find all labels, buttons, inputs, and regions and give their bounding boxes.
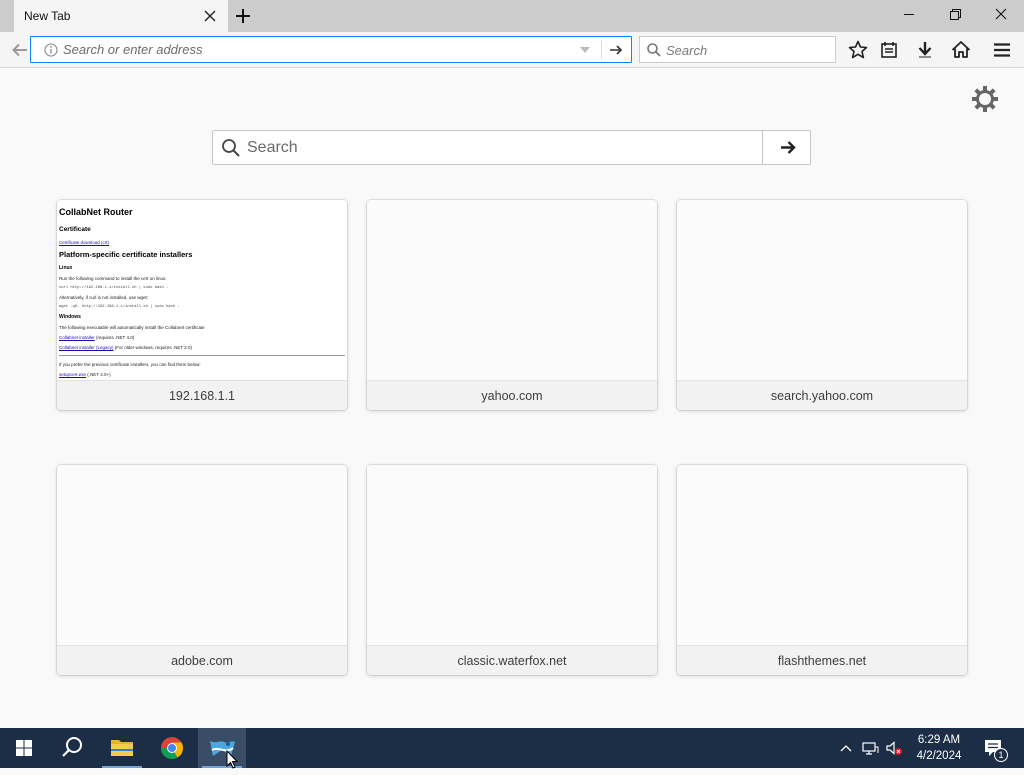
content-search-box[interactable] bbox=[212, 130, 811, 165]
back-arrow-icon[interactable] bbox=[8, 38, 32, 62]
window-close-icon[interactable] bbox=[978, 0, 1024, 30]
top-site-tile[interactable]: classic.waterfox.net bbox=[367, 465, 657, 675]
system-clock[interactable]: 6:29 AM 4/2/2024 bbox=[908, 732, 970, 764]
tab-close-icon[interactable] bbox=[200, 6, 220, 26]
top-site-tile[interactable]: search.yahoo.com bbox=[677, 200, 967, 410]
thumb-linux-heading: Linux bbox=[59, 265, 73, 271]
thumb-legacy-note: (For older windows, requires .NET 2.0) bbox=[114, 345, 192, 350]
content-search-input[interactable] bbox=[247, 138, 757, 158]
chrome-icon[interactable] bbox=[148, 728, 196, 768]
network-icon[interactable] bbox=[860, 738, 880, 758]
mouse-cursor-icon bbox=[226, 749, 240, 770]
thumb-prev-line: setupcert.exe (.NET 4.0+) bbox=[59, 372, 345, 377]
tile-thumbnail bbox=[367, 200, 657, 380]
minimize-icon[interactable] bbox=[886, 0, 932, 30]
bookmark-star-icon[interactable] bbox=[846, 38, 870, 62]
windows-start-icon[interactable] bbox=[0, 728, 48, 768]
thumb-prev-note: (.NET 4.0+) bbox=[87, 372, 111, 377]
top-site-tile[interactable]: CollabNet Router Certificate Certificate… bbox=[57, 200, 347, 410]
thumb-certificate-heading: Certificate bbox=[59, 226, 91, 233]
search-input[interactable] bbox=[666, 41, 826, 59]
restore-icon[interactable] bbox=[932, 0, 978, 30]
tile-thumbnail bbox=[57, 465, 347, 645]
chevron-up-icon[interactable] bbox=[836, 738, 856, 758]
thumb-platform-heading: Platform-specific certificate installers bbox=[59, 250, 193, 259]
url-input[interactable] bbox=[63, 40, 573, 59]
thumb-installer-line: Collabnet installer (requires .NET 4.0) bbox=[59, 335, 345, 340]
menu-hamburger-icon[interactable] bbox=[990, 38, 1014, 62]
home-icon[interactable] bbox=[949, 38, 973, 62]
title-bar: New Tab bbox=[0, 0, 1024, 32]
clock-date: 4/2/2024 bbox=[916, 750, 962, 762]
thumb-linux-cmd: curl http://192.168.1.1/install.sh | sud… bbox=[59, 286, 169, 290]
thumb-alt-cmd: wget -qO- http://192.168.1.1/install.sh … bbox=[59, 305, 180, 309]
download-icon[interactable] bbox=[913, 38, 937, 62]
thumb-prev-link: setupcert.exe bbox=[59, 372, 87, 377]
tile-thumbnail bbox=[677, 465, 967, 645]
file-explorer-icon[interactable] bbox=[98, 728, 146, 768]
volume-muted-icon[interactable] bbox=[884, 738, 904, 758]
thumb-divider bbox=[59, 355, 345, 356]
taskbar: 6:29 AM 4/2/2024 1 bbox=[0, 728, 1024, 768]
tile-thumbnail bbox=[677, 200, 967, 380]
dropdown-arrow-icon[interactable] bbox=[577, 43, 593, 57]
thumb-installer-link: Collabnet installer bbox=[59, 335, 95, 340]
thumb-alt-text: Alternatively, if curl is not installed,… bbox=[59, 295, 148, 300]
notification-badge: 1 bbox=[994, 748, 1008, 762]
thumb-legacy-link: Collabnet installer (Legacy) bbox=[59, 345, 114, 350]
thumb-windows-heading: Windows bbox=[59, 314, 81, 320]
thumb-installer-note: (requires .NET 4.0) bbox=[96, 335, 135, 340]
gear-icon[interactable] bbox=[970, 84, 1000, 114]
thumbnail-page: CollabNet Router Certificate Certificate… bbox=[57, 200, 347, 380]
top-site-tile[interactable]: adobe.com bbox=[57, 465, 347, 675]
tile-label: 192.168.1.1 bbox=[57, 380, 347, 410]
reading-list-icon[interactable] bbox=[877, 38, 901, 62]
urlbar-separator bbox=[601, 40, 602, 59]
info-icon[interactable] bbox=[43, 42, 59, 58]
tile-label: flashthemes.net bbox=[677, 645, 967, 675]
tile-label: yahoo.com bbox=[367, 380, 657, 410]
thumb-prev-text: If you prefer the previous certificate i… bbox=[59, 362, 201, 367]
top-site-tile[interactable]: yahoo.com bbox=[367, 200, 657, 410]
tile-thumbnail bbox=[367, 465, 657, 645]
search-icon bbox=[221, 138, 241, 158]
tab-new-tab[interactable]: New Tab bbox=[14, 0, 228, 32]
notification-center-icon[interactable]: 1 bbox=[978, 728, 1024, 768]
tile-label: search.yahoo.com bbox=[677, 380, 967, 410]
thumb-title: CollabNet Router bbox=[59, 207, 133, 217]
new-tab-plus-icon[interactable] bbox=[232, 5, 254, 27]
search-bar[interactable] bbox=[639, 36, 836, 63]
top-site-tile[interactable]: flashthemes.net bbox=[677, 465, 967, 675]
clock-time: 6:29 AM bbox=[917, 734, 961, 746]
nav-toolbar bbox=[0, 32, 1024, 68]
tile-thumbnail: CollabNet Router Certificate Certificate… bbox=[57, 200, 347, 380]
thumb-legacy-line: Collabnet installer (Legacy) (For older … bbox=[59, 345, 345, 350]
thumb-linux-text: Run the following command to install the… bbox=[59, 276, 167, 281]
thumb-certificate-link: Certificate download (crt) bbox=[59, 240, 110, 245]
url-bar[interactable] bbox=[30, 36, 632, 63]
search-go-button[interactable] bbox=[762, 130, 812, 165]
tile-label: adobe.com bbox=[57, 645, 347, 675]
thumb-windows-text: The following executable will automatica… bbox=[59, 325, 205, 330]
tile-label: classic.waterfox.net bbox=[367, 645, 657, 675]
tab-title: New Tab bbox=[24, 9, 71, 23]
go-arrow-icon[interactable] bbox=[606, 40, 626, 60]
search-icon[interactable] bbox=[48, 728, 96, 768]
search-icon bbox=[646, 42, 662, 58]
